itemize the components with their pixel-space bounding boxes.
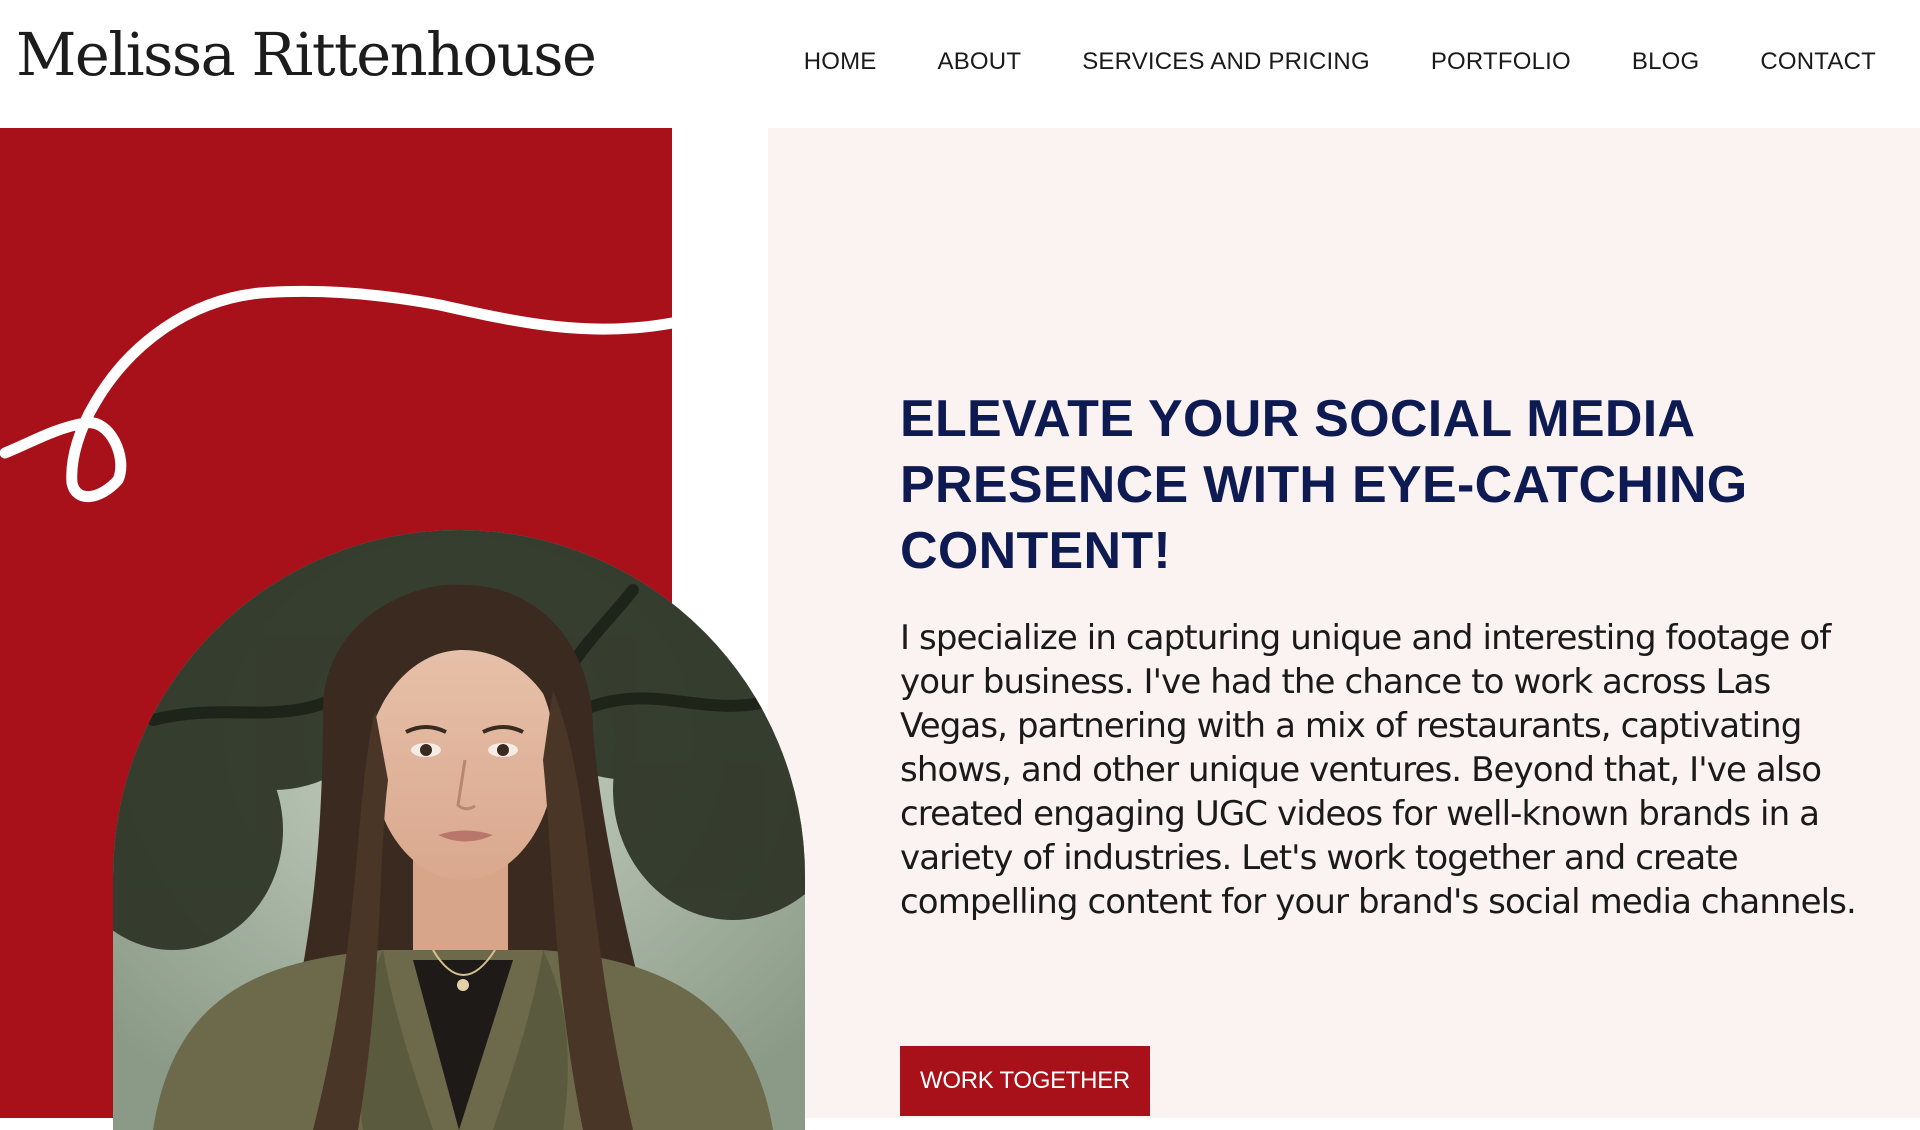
- nav-item-portfolio[interactable]: PORTFOLIO: [1431, 48, 1571, 76]
- hero-headline: ELEVATE YOUR SOCIAL MEDIA PRESENCE WITH …: [900, 390, 1748, 580]
- nav-item-blog[interactable]: BLOG: [1632, 48, 1700, 76]
- nav-item-about[interactable]: ABOUT: [938, 48, 1022, 76]
- squiggle-decoration-icon: [0, 285, 672, 503]
- site-header: Melissa Rittenhouse HOME ABOUT SERVICES …: [0, 0, 1920, 128]
- work-together-button[interactable]: WORK TOGETHER: [900, 1046, 1150, 1116]
- main-nav: HOME ABOUT SERVICES AND PRICING PORTFOLI…: [804, 48, 1876, 76]
- hero-description: I specialize in capturing unique and int…: [900, 618, 1857, 922]
- site-logo[interactable]: Melissa Rittenhouse: [16, 20, 597, 89]
- nav-item-services-and-pricing[interactable]: SERVICES AND PRICING: [1082, 48, 1370, 76]
- nav-item-contact[interactable]: CONTACT: [1760, 48, 1876, 76]
- nav-item-home[interactable]: HOME: [804, 48, 877, 76]
